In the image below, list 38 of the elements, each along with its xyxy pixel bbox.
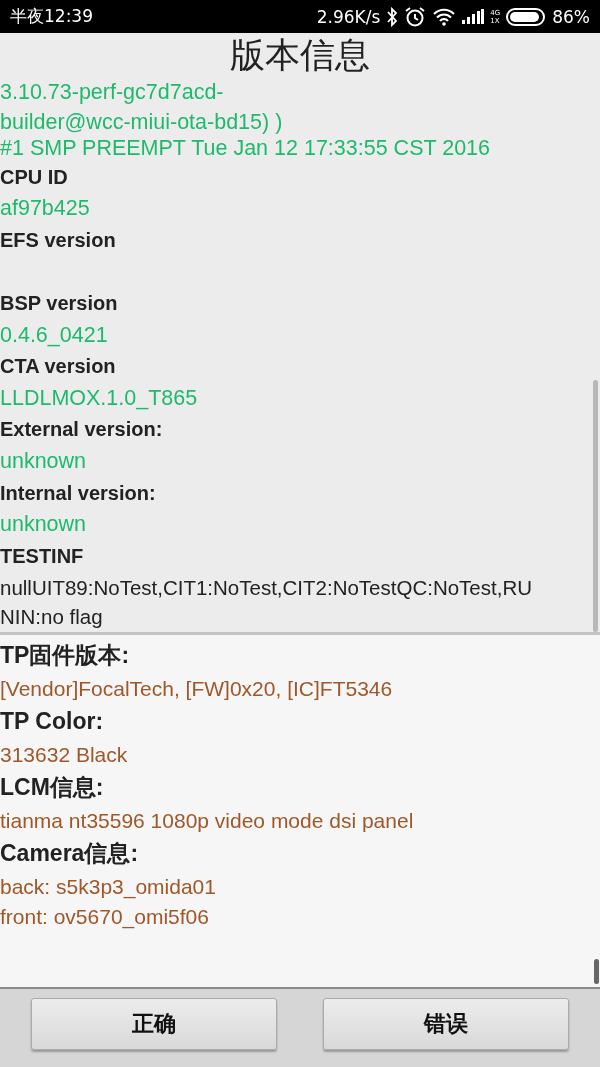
info-value: 3.10.73-perf-gc7d7acd- (0, 79, 225, 106)
info-value: tianma nt35596 1080p video mode dsi panel (0, 808, 415, 834)
info-label: TP Color: (0, 707, 105, 736)
info-label: External version: (0, 417, 164, 443)
info-label: Internal version: (0, 480, 157, 506)
info-value: [Vendor]FocalTech, [FW]0x20, [IC]FT5346 (0, 676, 394, 702)
info-value: unknown (0, 447, 88, 475)
info-value: front: ov5670_omi5f06 (0, 904, 210, 930)
info-label: CTA version (0, 354, 117, 380)
info-label: TESTINF (0, 543, 85, 569)
info-value: back: s5k3p3_omida01 (0, 874, 217, 901)
page-title: 版本信息 (230, 34, 370, 77)
alarm-icon (404, 5, 427, 28)
info-label: Camera信息: (0, 839, 140, 868)
info-value: builder@wcc-miui-ota-bd15) ) (0, 108, 284, 136)
signal-icon (462, 8, 485, 25)
info-label: LCM信息: (0, 773, 105, 802)
info-value: LLDLMOX.1.0_T865 (0, 384, 199, 412)
wrong-button[interactable]: 错误 (323, 998, 569, 1050)
wifi-icon (432, 6, 457, 27)
info-value: NIN:no flag (0, 603, 104, 630)
network-speed: 2.96K/s (316, 6, 381, 27)
correct-button[interactable]: 正确 (31, 998, 277, 1050)
info-value: #1 SMP PREEMPT Tue Jan 12 17:33:55 CST 2016 (0, 135, 492, 162)
info-value: nullUIT89:NoTest,CIT1:NoTest,CIT2:NoTestQC:NoTest,RU (0, 575, 534, 602)
info-value: unknown (0, 511, 88, 539)
battery-icon (506, 6, 547, 27)
info-label: BSP version (0, 290, 119, 316)
status-time: 半夜12:39 (10, 5, 93, 28)
info-value: 0.4.6_0421 (0, 321, 109, 349)
info-value: af97b425 (0, 195, 91, 223)
info-value: 313632 Black (0, 742, 129, 768)
battery-percent: 86% (552, 6, 590, 27)
info-label: EFS version (0, 227, 117, 253)
scrollbar (594, 959, 599, 984)
bluetooth-icon (386, 6, 399, 27)
info-label: TP固件版本: (0, 641, 131, 670)
info-label: CPU ID (0, 164, 69, 190)
